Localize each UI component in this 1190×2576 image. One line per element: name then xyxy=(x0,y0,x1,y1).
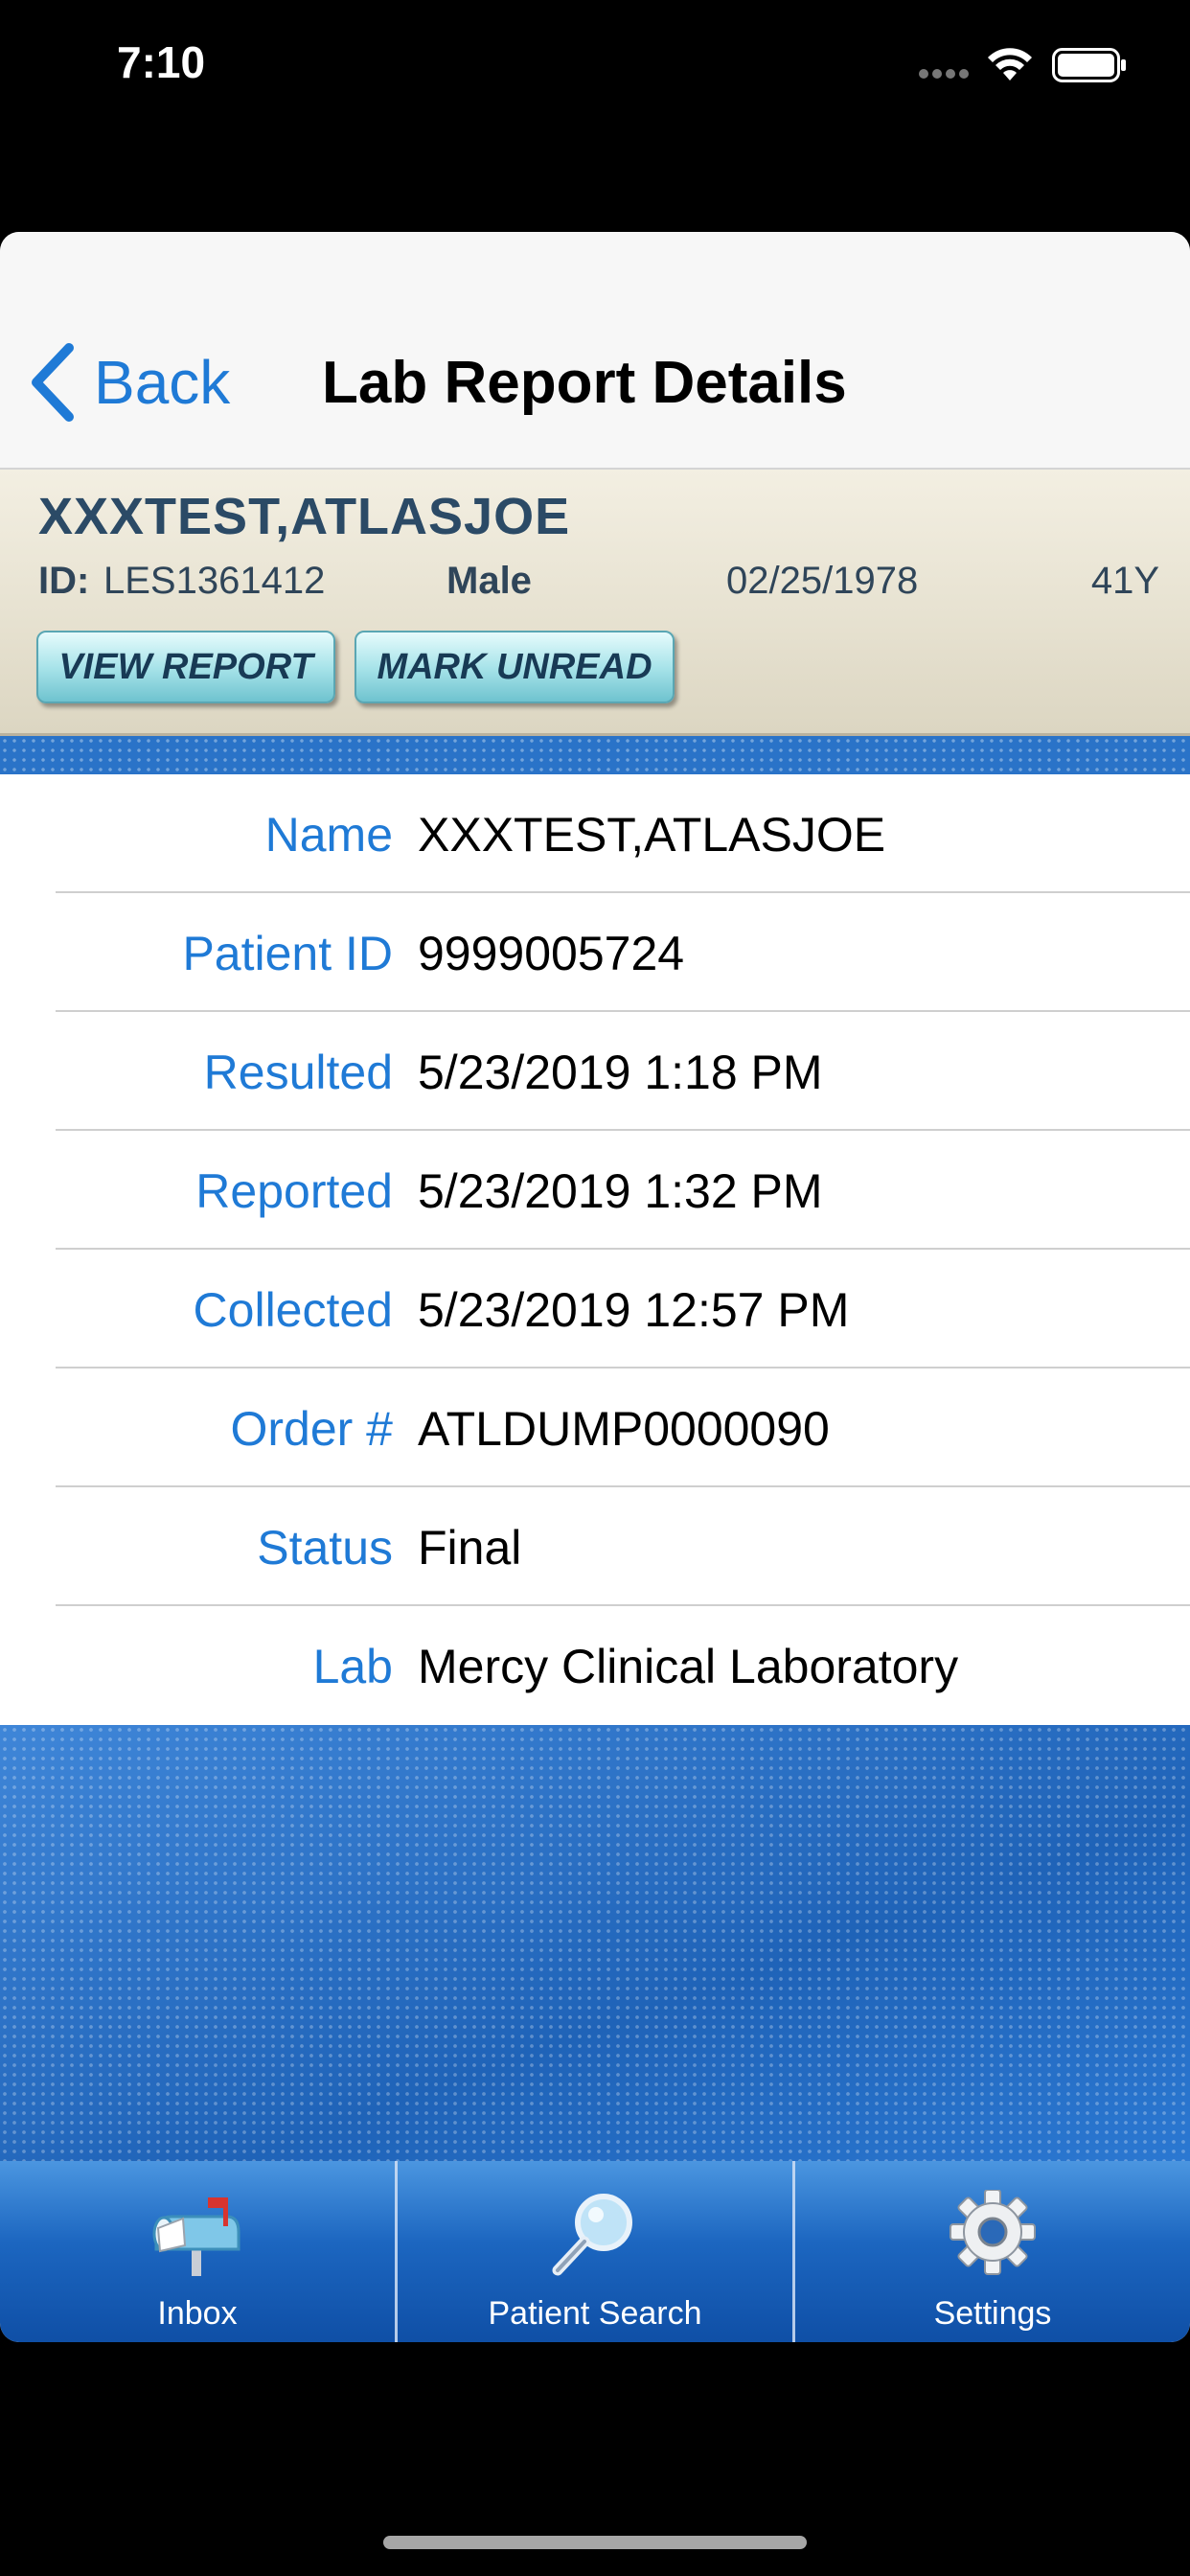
detail-label: Resulted xyxy=(203,1046,393,1099)
tab-patient-search[interactable]: Patient Search xyxy=(398,2161,795,2342)
tab-label: Settings xyxy=(933,2295,1052,2332)
mark-unread-button[interactable]: MARK UNREAD xyxy=(355,631,675,703)
tab-settings[interactable]: Settings xyxy=(795,2161,1190,2342)
patient-gender: Male xyxy=(446,560,532,602)
page-title: Lab Report Details xyxy=(322,350,847,416)
detail-value: XXXTEST,ATLASJOE xyxy=(418,808,886,862)
patient-name: XXXTEST,ATLASJOE xyxy=(38,488,571,545)
screen: 7:10 Back Lab Report Details XXXTEST,ATL… xyxy=(0,0,1190,2576)
detail-row-status: Status Final xyxy=(0,1487,1190,1606)
detail-value: 9999005724 xyxy=(418,927,685,980)
tab-label: Patient Search xyxy=(488,2295,702,2332)
detail-value: Final xyxy=(418,1521,522,1575)
background-pattern xyxy=(0,1725,1190,2161)
wifi-icon xyxy=(988,48,1032,80)
detail-label: Reported xyxy=(195,1164,393,1218)
detail-value: 5/23/2019 12:57 PM xyxy=(418,1283,850,1337)
detail-value: Mercy Clinical Laboratory xyxy=(418,1640,959,1693)
battery-icon xyxy=(1052,48,1126,82)
app-container: Back Lab Report Details XXXTEST,ATLASJOE… xyxy=(0,232,1190,2342)
tab-inbox[interactable]: Inbox xyxy=(0,2161,398,2342)
patient-id-value: LES1361412 xyxy=(103,560,326,602)
patient-dob: 02/25/1978 xyxy=(726,560,919,602)
detail-label: Name xyxy=(264,808,393,862)
detail-row-order: Order # ATLDUMP0000090 xyxy=(0,1368,1190,1487)
navigation-bar: Back Lab Report Details xyxy=(0,232,1190,470)
home-indicator xyxy=(383,2536,807,2549)
detail-row-collected: Collected 5/23/2019 12:57 PM xyxy=(0,1250,1190,1368)
detail-label: Status xyxy=(257,1521,393,1575)
status-bar: 7:10 xyxy=(0,0,1190,134)
detail-row-resulted: Resulted 5/23/2019 1:18 PM xyxy=(0,1012,1190,1131)
patient-header: XXXTEST,ATLASJOE ID: LES1361412 Male 02/… xyxy=(0,470,1190,736)
cellular-signal-icon xyxy=(919,69,969,79)
status-time: 7:10 xyxy=(117,37,206,87)
gear-icon xyxy=(950,2190,1036,2275)
patient-info-row: ID: LES1361412 Male 02/25/1978 41Y xyxy=(38,560,1159,608)
patient-id-label: ID: xyxy=(38,560,90,602)
patient-age: 41Y xyxy=(1090,560,1159,602)
tab-label: Inbox xyxy=(157,2295,238,2332)
header-divider-stripe xyxy=(0,736,1190,774)
detail-label: Patient ID xyxy=(182,927,393,980)
detail-value: 5/23/2019 1:18 PM xyxy=(418,1046,823,1099)
detail-row-patient-id: Patient ID 9999005724 xyxy=(0,893,1190,1012)
back-button[interactable]: Back xyxy=(27,339,230,426)
details-list: Name XXXTEST,ATLASJOE Patient ID 9999005… xyxy=(0,774,1190,1725)
detail-row-lab: Lab Mercy Clinical Laboratory xyxy=(0,1606,1190,1725)
back-label: Back xyxy=(94,348,231,417)
detail-value: 5/23/2019 1:32 PM xyxy=(418,1164,823,1218)
detail-label: Order # xyxy=(230,1402,393,1456)
mailbox-icon xyxy=(152,2197,240,2276)
detail-row-reported: Reported 5/23/2019 1:32 PM xyxy=(0,1131,1190,1250)
chevron-left-icon xyxy=(32,343,74,422)
detail-value: ATLDUMP0000090 xyxy=(418,1402,830,1456)
detail-label: Collected xyxy=(193,1283,393,1337)
tab-bar: Inbox Patient Search Settings xyxy=(0,2161,1190,2342)
view-report-button[interactable]: VIEW REPORT xyxy=(36,631,335,703)
detail-row-name: Name XXXTEST,ATLASJOE xyxy=(0,774,1190,893)
magnifier-icon xyxy=(552,2194,632,2276)
detail-label: Lab xyxy=(312,1640,393,1693)
